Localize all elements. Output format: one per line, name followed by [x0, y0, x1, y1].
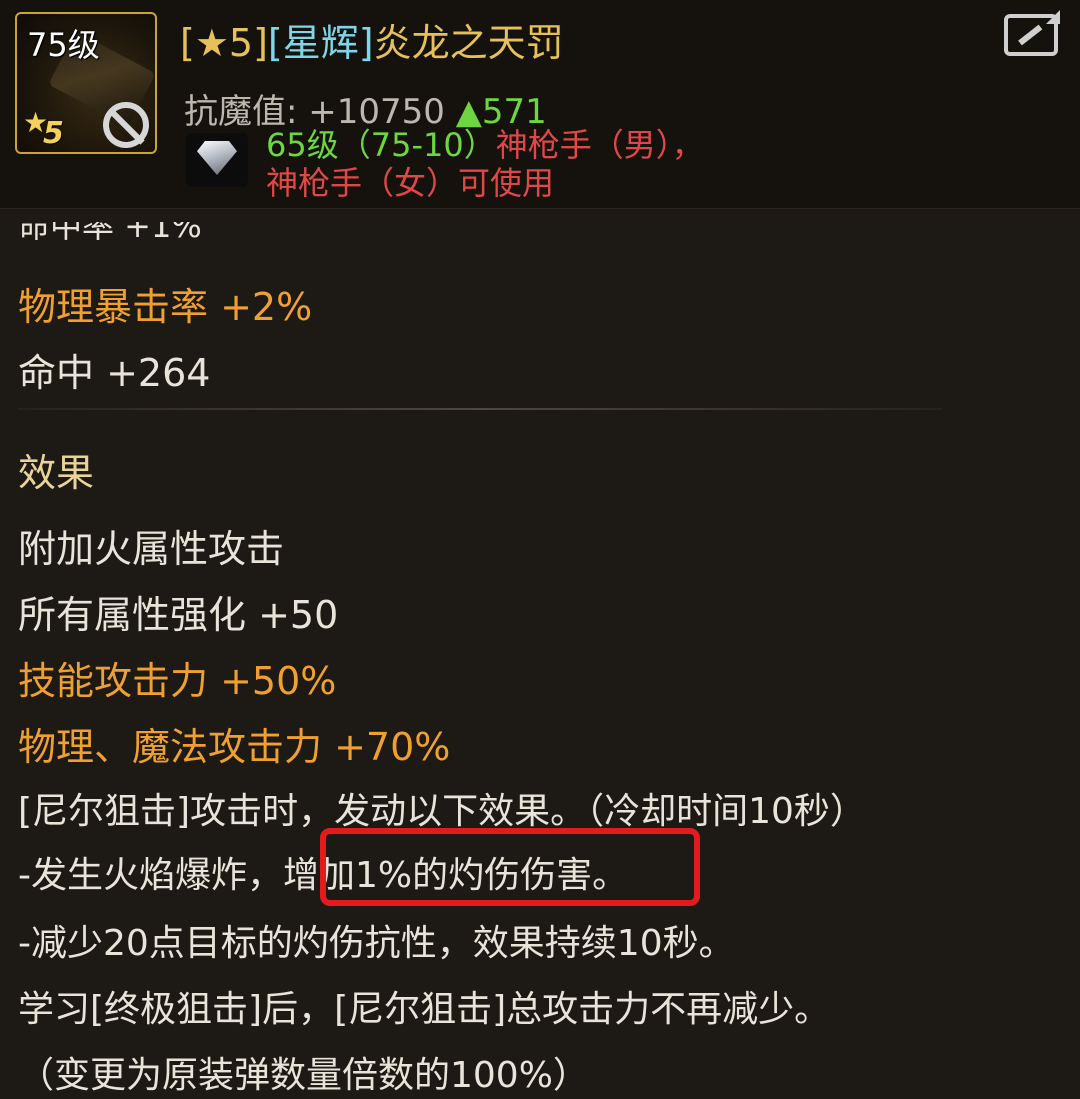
effect-line: 技能攻击力 +50%	[18, 659, 337, 703]
stat-hit: 命中 +264	[18, 351, 211, 395]
star-rank-number: 5	[43, 116, 64, 151]
effect-line: 附加火属性攻击	[18, 527, 285, 571]
diamond-gem-icon	[186, 133, 248, 187]
star-rank-badge: ★ 5	[23, 106, 71, 151]
title-starlight-tag: [星辉]	[267, 21, 374, 65]
tooltip-body: 命中率 +1% 物理暴击率 +2% 命中 +264 效果 附加火属性攻击 所有属…	[0, 208, 1080, 1099]
item-level-tag: 75级	[27, 26, 100, 64]
item-name: 炎龙之天罚	[373, 21, 564, 65]
effect-line: [尼尔狙击]攻击时，发动以下效果。（冷却时间10秒）	[18, 791, 866, 832]
title-bracket-close: ]	[253, 21, 268, 65]
effect-line: （变更为原装弹数量倍数的100%）	[18, 1055, 589, 1096]
share-icon[interactable]	[1004, 10, 1060, 56]
tooltip-header: 75级 ★ 5 [★5][星辉]炎龙之天罚 抗魔值: +10750 ▲571 6…	[0, 0, 1080, 209]
stat-physical-crit: 物理暴击率 +2%	[18, 285, 313, 329]
title-star-icon: ★	[194, 21, 229, 65]
item-title: [★5][星辉]炎龙之天罚	[180, 12, 564, 67]
no-use-icon	[103, 102, 149, 148]
requirement-line-2: 神枪手（女）可使用	[266, 164, 555, 202]
effect-line: -减少20点目标的灼伤抗性，效果持续10秒。	[18, 923, 735, 964]
highlight-box	[320, 828, 700, 906]
effect-line: 物理、魔法攻击力 +70%	[18, 725, 451, 769]
item-icon[interactable]: 75级 ★ 5	[15, 12, 157, 154]
effect-line: 所有属性强化 +50	[18, 593, 339, 637]
stat-line-cut: 命中率 +1%	[18, 222, 202, 244]
title-bracket-open: [	[180, 21, 195, 65]
item-tooltip: 75级 ★ 5 [★5][星辉]炎龙之天罚 抗魔值: +10750 ▲571 6…	[0, 0, 1080, 1099]
effect-line: 学习[终极狙击]后，[尼尔狙击]总攻击力不再减少。	[18, 989, 831, 1030]
title-grade: 5	[228, 21, 254, 65]
stat-cut-text: 命中率 +1%	[18, 222, 202, 244]
divider	[18, 408, 942, 410]
effects-heading: 效果	[18, 451, 95, 495]
